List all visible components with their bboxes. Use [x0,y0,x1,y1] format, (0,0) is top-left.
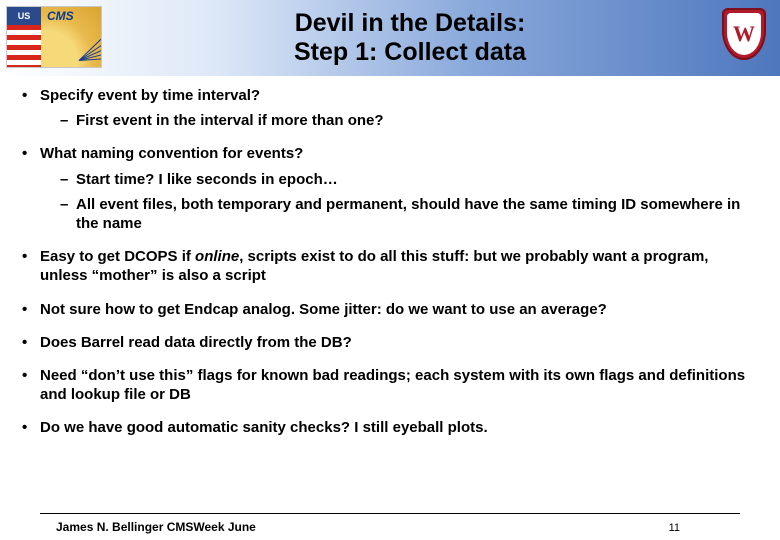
us-cms-logo: US CMS [6,6,102,68]
bullet-text: Not sure how to get Endcap analog. Some … [40,301,607,318]
title-line-2: Step 1: Collect data [294,38,526,66]
bullet-item: What naming convention for events? Start … [22,144,758,233]
title-bar: US CMS Devil in the Details: Step 1: Col… [0,0,780,76]
bullet-item: Does Barrel read data directly from the … [22,333,758,352]
slide-body: Specify event by time interval? First eve… [0,76,780,437]
bullet-text: Need “don’t use this” flags for known ba… [40,367,745,403]
crest-letter: W [733,21,755,47]
sub-bullet-list: First event in the interval if more than… [40,111,758,130]
bullet-item: Need “don’t use this” flags for known ba… [22,366,758,404]
footer-rule [40,513,740,514]
bullet-text: What naming convention for events? [40,145,303,162]
bullet-text: Easy to get DCOPS if online, scripts exi… [40,248,708,284]
slide-title: Devil in the Details: Step 1: Collect da… [110,9,710,67]
bullet-item: Not sure how to get Endcap analog. Some … [22,300,758,319]
flag-icon: US [7,7,41,67]
cms-text: CMS [47,9,74,23]
bullet-item: Specify event by time interval? First eve… [22,86,758,130]
footer-author: James N. Bellinger CMSWeek June [56,520,256,534]
sub-bullet-item: Start time? I like seconds in epoch… [60,170,758,189]
bullet-list: Specify event by time interval? First eve… [22,86,758,437]
page-number: 11 [669,522,680,534]
bullet-item: Do we have good automatic sanity checks?… [22,418,758,437]
slide: US CMS Devil in the Details: Step 1: Col… [0,0,780,540]
bullet-item: Easy to get DCOPS if online, scripts exi… [22,247,758,285]
sub-bullet-list: Start time? I like seconds in epoch… All … [40,170,758,234]
bullet-text: Do we have good automatic sanity checks?… [40,419,488,436]
title-line-1: Devil in the Details: [295,9,526,37]
sub-bullet-item: First event in the interval if more than… [60,111,758,130]
bullet-text: Specify event by time interval? [40,87,260,104]
bullet-text: Does Barrel read data directly from the … [40,334,352,351]
stripes-icon [7,25,41,67]
sub-bullet-item: All event files, both temporary and perm… [60,195,758,233]
us-text: US [7,7,41,25]
uw-crest-icon: W [722,8,766,68]
